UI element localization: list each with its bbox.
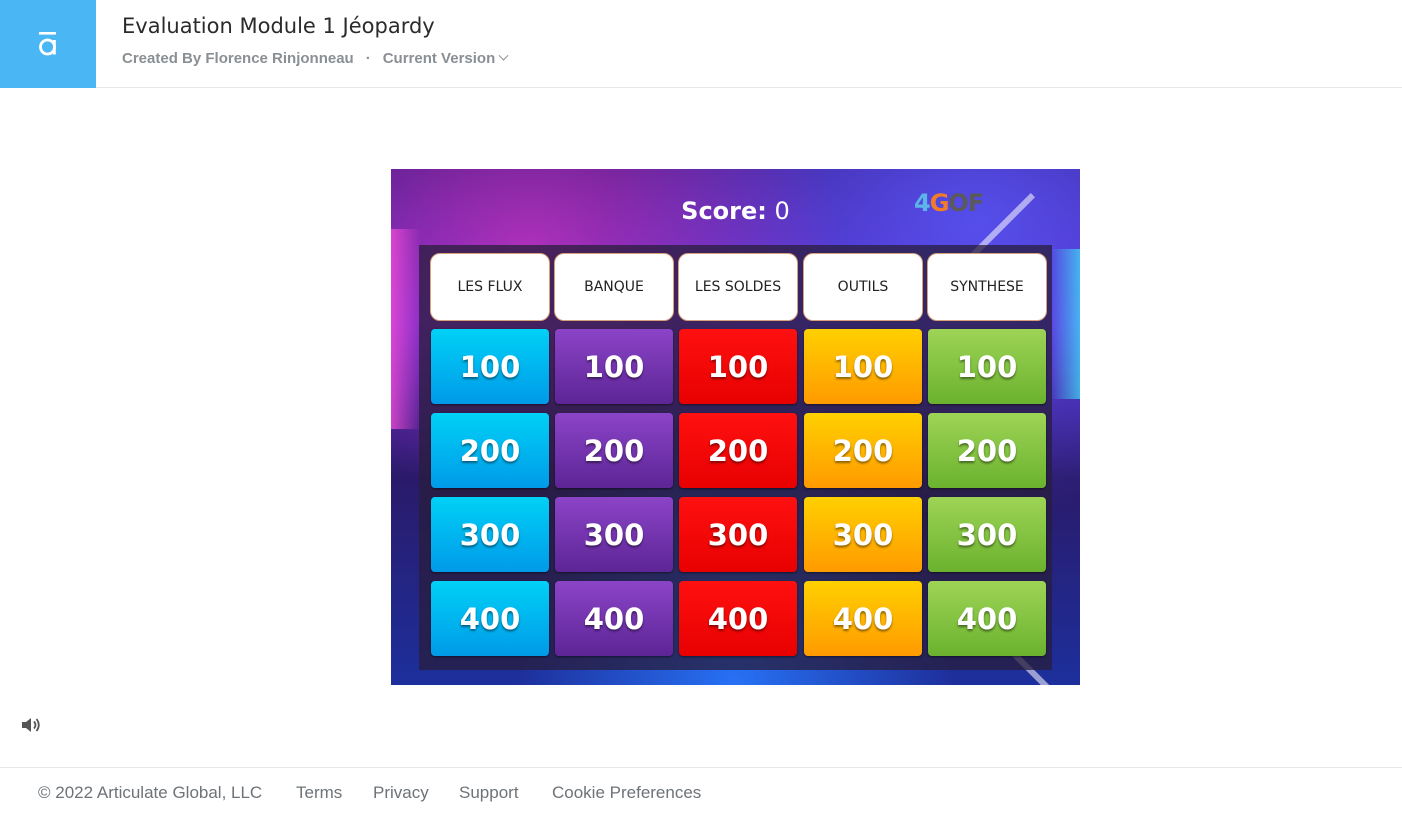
tile-les-flux-200[interactable]: 200 [431, 413, 549, 488]
tile-banque-300[interactable]: 300 [555, 497, 673, 572]
tile-banque-100[interactable]: 100 [555, 329, 673, 404]
author-label: Created By Florence Rinjonneau [122, 50, 354, 67]
articulate-a-icon [39, 32, 56, 56]
tile-banque-200[interactable]: 200 [555, 413, 673, 488]
jeopardy-stage: Score: 0 4GOF LES FLUX BANQUE LES SOLDES… [391, 169, 1080, 685]
tile-les-soldes-100[interactable]: 100 [679, 329, 797, 404]
tile-outils-200[interactable]: 200 [804, 413, 922, 488]
score-label: Score: [681, 197, 767, 225]
tile-les-soldes-400[interactable]: 400 [679, 581, 797, 656]
terms-link[interactable]: Terms [296, 783, 342, 803]
course-meta: Created By Florence Rinjonneau · Current… [122, 50, 509, 67]
tile-banque-400[interactable]: 400 [555, 581, 673, 656]
stage-glow-right [1050, 249, 1080, 399]
articulate-logo[interactable] [0, 0, 96, 88]
category-les-soldes: LES SOLDES [678, 253, 798, 321]
tile-les-flux-300[interactable]: 300 [431, 497, 549, 572]
tile-outils-400[interactable]: 400 [804, 581, 922, 656]
sound-toggle[interactable] [21, 716, 43, 734]
game-board: LES FLUX BANQUE LES SOLDES OUTILS SYNTHE… [419, 245, 1052, 670]
tile-les-flux-100[interactable]: 100 [431, 329, 549, 404]
page-title: Evaluation Module 1 Jéopardy [122, 14, 435, 38]
tile-synthese-400[interactable]: 400 [928, 581, 1046, 656]
speaker-icon [22, 718, 40, 732]
version-label: Current Version [382, 50, 496, 67]
4gof-logo: 4GOF [914, 189, 984, 217]
category-les-flux: LES FLUX [430, 253, 550, 321]
tile-les-flux-400[interactable]: 400 [431, 581, 549, 656]
version-dropdown[interactable]: Current Version [382, 50, 509, 67]
score-value: 0 [774, 197, 790, 225]
cookie-preferences-link[interactable]: Cookie Preferences [552, 783, 701, 803]
tile-les-soldes-200[interactable]: 200 [679, 413, 797, 488]
tile-synthese-300[interactable]: 300 [928, 497, 1046, 572]
tile-synthese-200[interactable]: 200 [928, 413, 1046, 488]
tile-outils-300[interactable]: 300 [804, 497, 922, 572]
category-outils: OUTILS [803, 253, 923, 321]
meta-separator: · [365, 50, 371, 67]
support-link[interactable]: Support [459, 783, 519, 803]
page-footer: © 2022 Articulate Global, LLC Terms Priv… [0, 767, 1402, 817]
tile-synthese-100[interactable]: 100 [928, 329, 1046, 404]
category-banque: BANQUE [554, 253, 674, 321]
tile-les-soldes-300[interactable]: 300 [679, 497, 797, 572]
top-header: Evaluation Module 1 Jéopardy Created By … [0, 0, 1402, 88]
stage-glow-left [391, 229, 421, 429]
chevron-down-icon [498, 50, 509, 61]
privacy-link[interactable]: Privacy [373, 783, 429, 803]
category-synthese: SYNTHESE [927, 253, 1047, 321]
copyright-text: © 2022 Articulate Global, LLC [38, 783, 263, 802]
tile-outils-100[interactable]: 100 [804, 329, 922, 404]
